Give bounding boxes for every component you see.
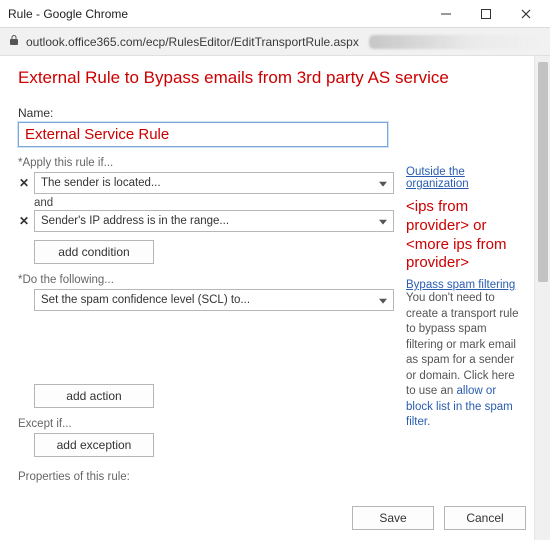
rule-editor-panel: External Rule to Bypass emails from 3rd … — [0, 56, 534, 540]
except-if-label: Except if... — [18, 418, 394, 430]
do-following-label: *Do the following... — [18, 274, 394, 286]
url-text[interactable]: outlook.office365.com/ecp/RulesEditor/Ed… — [26, 35, 359, 49]
minimize-button[interactable] — [426, 1, 466, 27]
window-title: Rule - Google Chrome — [8, 7, 426, 21]
name-label: Name: — [18, 106, 394, 120]
close-button[interactable] — [506, 1, 546, 27]
url-blurred-tail — [369, 35, 542, 49]
cancel-button[interactable]: Cancel — [444, 506, 526, 530]
chevron-down-icon — [379, 295, 387, 307]
scrollbar-track[interactable] — [534, 56, 550, 540]
action-1-text: Set the spam confidence level (SCL) to..… — [41, 294, 250, 306]
condition-2-text: Sender's IP address is in the range... — [41, 215, 229, 227]
ip-annotation: <ips from provider> or <more ips from pr… — [406, 198, 526, 273]
dialog-footer: Save Cancel — [352, 506, 526, 530]
action-1-dropdown[interactable]: Set the spam confidence level (SCL) to..… — [34, 289, 394, 311]
add-exception-button[interactable]: add exception — [34, 433, 154, 457]
condition-1-text: The sender is located... — [41, 177, 161, 189]
page-title: External Rule to Bypass emails from 3rd … — [18, 68, 526, 88]
remove-condition-1-icon[interactable]: ✕ — [18, 176, 30, 190]
lock-icon — [8, 34, 20, 49]
outside-org-link[interactable]: Outside the organization — [406, 166, 526, 190]
and-label: and — [34, 197, 394, 209]
save-button[interactable]: Save — [352, 506, 434, 530]
condition-1-dropdown[interactable]: The sender is located... — [34, 172, 394, 194]
apply-if-label: *Apply this rule if... — [18, 157, 394, 169]
chevron-down-icon — [379, 178, 387, 190]
bypass-info-text: You don't need to create a transport rul… — [406, 291, 526, 431]
bypass-body-1: You don't need to create a transport rul… — [406, 292, 519, 397]
bypass-filtering-link[interactable]: Bypass spam filtering — [406, 279, 515, 291]
remove-condition-2-icon[interactable]: ✕ — [18, 214, 30, 228]
properties-label: Properties of this rule: — [18, 471, 394, 483]
address-bar: outlook.office365.com/ecp/RulesEditor/Ed… — [0, 28, 550, 56]
scrollbar-thumb[interactable] — [538, 62, 548, 282]
rule-name-input[interactable] — [18, 122, 388, 147]
chevron-down-icon — [379, 216, 387, 228]
add-condition-button[interactable]: add condition — [34, 240, 154, 264]
window-titlebar: Rule - Google Chrome — [0, 0, 550, 28]
add-action-button[interactable]: add action — [34, 384, 154, 408]
maximize-button[interactable] — [466, 1, 506, 27]
condition-2-dropdown[interactable]: Sender's IP address is in the range... — [34, 210, 394, 232]
